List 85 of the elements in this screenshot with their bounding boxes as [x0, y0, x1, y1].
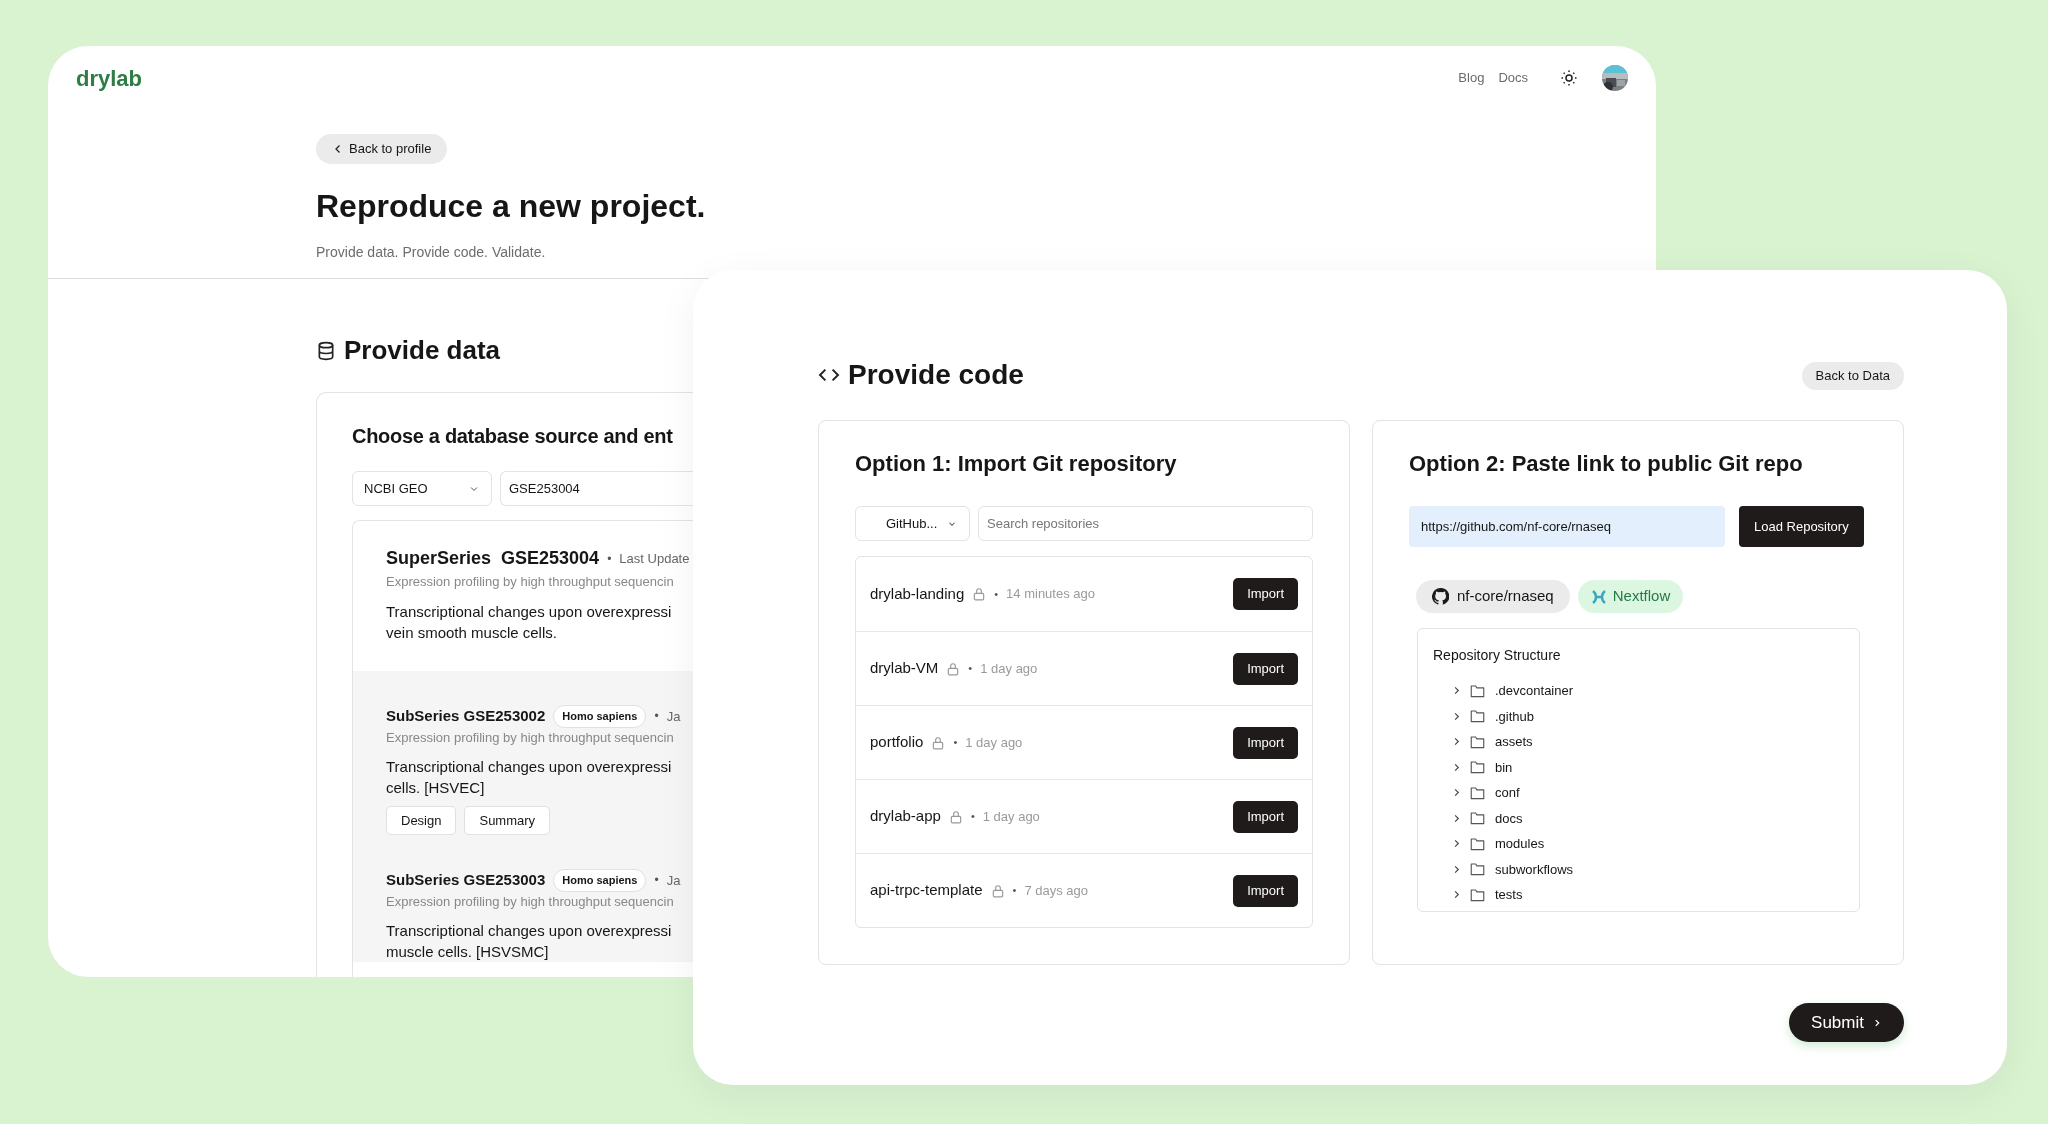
- load-repository-button[interactable]: Load Repository: [1739, 506, 1864, 547]
- import-button[interactable]: Import: [1233, 726, 1298, 759]
- bullet: •: [1012, 883, 1017, 899]
- folder-icon: [1470, 862, 1485, 877]
- chevron-right-icon: [1872, 1017, 1882, 1028]
- series-summary: Transcriptional changes upon overexpressi muscle cells. [HSVSMC]: [386, 921, 673, 962]
- url-field[interactable]: https://github.com/nf-core/rnaseq: [1409, 506, 1725, 547]
- section-title: Provide code: [848, 358, 1024, 392]
- back-to-data-button[interactable]: Back to Data: [1801, 362, 1904, 390]
- series-title: SubSeries GSE253003: [386, 870, 546, 890]
- folder-icon: [1470, 887, 1485, 902]
- folder-name[interactable]: bin: [1495, 757, 1513, 777]
- accession-field[interactable]: GSE253004: [500, 471, 693, 506]
- repository-name: portfolio: [870, 732, 924, 753]
- folder-icon: [1470, 683, 1485, 698]
- logo[interactable]: drylab: [76, 61, 143, 95]
- series-type: Expression profiling by high throughput sequencin: [386, 892, 675, 911]
- folder-icon: [1470, 836, 1485, 851]
- folder-name[interactable]: modules: [1495, 834, 1545, 854]
- series-type: Expression profiling by high throughput sequencin: [386, 728, 675, 747]
- folder-icon: [1470, 760, 1485, 775]
- repository-name: api-trpc-template: [870, 880, 983, 901]
- series-summary: Transcriptional changes upon overexpressi vein smooth muscle cells.: [386, 601, 673, 643]
- series-date: Ja: [666, 707, 681, 726]
- repository-name: drylab-app: [870, 806, 941, 827]
- updated-time: 1 day ago: [982, 807, 1040, 826]
- submit-button[interactable]: Submit: [1789, 1003, 1904, 1042]
- back-to-profile-button[interactable]: Back to profile: [316, 134, 448, 164]
- github-icon: [1432, 588, 1449, 605]
- series-title: SuperSeries GSE253004: [386, 547, 600, 570]
- nav-link[interactable]: Docs: [1498, 68, 1528, 88]
- section-title: Provide data: [344, 334, 501, 367]
- bullet: •: [654, 872, 659, 890]
- search-field[interactable]: Search repositories: [978, 506, 1313, 541]
- source-select[interactable]: NCBI GEO: [352, 471, 492, 506]
- database-icon: [316, 340, 336, 361]
- series-date: Ja: [666, 871, 681, 890]
- bullet: •: [654, 708, 659, 726]
- updated-time: 14 minutes ago: [1006, 585, 1095, 604]
- panel-title: Repository Structure: [1433, 646, 1562, 665]
- folder-name[interactable]: subworkflows: [1495, 859, 1574, 879]
- framework-chip: Nextflow: [1577, 580, 1684, 613]
- import-button[interactable]: Import: [1233, 578, 1298, 610]
- folder-name[interactable]: .github: [1495, 706, 1535, 726]
- card-title: Option 2: Paste link to public Git repo: [1409, 450, 1804, 478]
- bullet: •: [968, 661, 973, 677]
- bullet: •: [607, 550, 612, 568]
- nextflow-icon: [1590, 588, 1607, 605]
- card-title: Option 1: Import Git repository: [855, 450, 1178, 478]
- folder-icon: [1470, 785, 1485, 800]
- series-date: Last Update: [619, 549, 690, 568]
- page-title: Reproduce a new project.: [316, 187, 707, 226]
- bullet: •: [953, 735, 958, 751]
- page-subtitle: Provide data. Provide code. Validate.: [316, 243, 547, 262]
- nav-link[interactable]: Blog: [1458, 68, 1485, 88]
- action-button[interactable]: Design: [386, 806, 457, 835]
- repository-name: drylab-VM: [870, 658, 939, 679]
- card-title: Choose a database source and ent: [352, 424, 673, 449]
- organism-badge: Homo sapiens: [553, 705, 647, 728]
- updated-time: 1 day ago: [965, 733, 1023, 752]
- action-button[interactable]: Summary: [464, 806, 551, 835]
- bullet: •: [970, 809, 975, 825]
- bullet: •: [994, 586, 999, 602]
- series-title: SubSeries GSE253002: [386, 706, 546, 726]
- folder-icon: [1470, 709, 1485, 724]
- folder-name[interactable]: .devcontainer: [1495, 681, 1574, 701]
- repository-name: drylab-landing: [870, 583, 965, 604]
- repository-chip: nf-core/rnaseq: [1416, 580, 1570, 613]
- code-icon: [818, 366, 840, 384]
- import-button[interactable]: Import: [1233, 874, 1298, 907]
- organism-badge: Homo sapiens: [553, 869, 647, 892]
- provider-select[interactable]: GitHub...: [855, 506, 970, 541]
- sun-icon[interactable]: [1560, 69, 1578, 87]
- series-summary: Transcriptional changes upon overexpressi cells. [HSVEC]: [386, 757, 673, 798]
- import-button[interactable]: Import: [1233, 652, 1298, 685]
- series-type: Expression profiling by high throughput sequencin: [386, 573, 675, 591]
- folder-name[interactable]: assets: [1495, 732, 1533, 752]
- folder-name[interactable]: docs: [1495, 808, 1523, 828]
- folder-name[interactable]: conf: [1495, 783, 1520, 803]
- folder-icon: [1470, 734, 1485, 749]
- updated-time: 1 day ago: [980, 659, 1038, 678]
- folder-icon: [1470, 811, 1485, 826]
- import-button[interactable]: Import: [1233, 800, 1298, 833]
- folder-name[interactable]: tests: [1495, 885, 1523, 905]
- updated-time: 7 days ago: [1024, 881, 1088, 900]
